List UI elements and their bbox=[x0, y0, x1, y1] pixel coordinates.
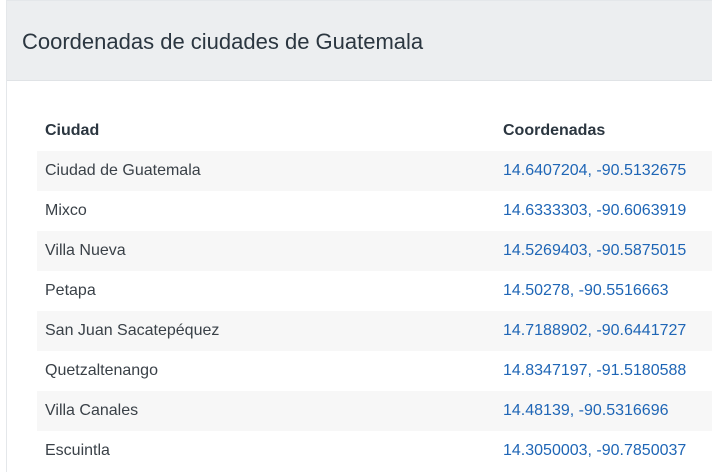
coords-cell: 14.6407204, -90.5132675 bbox=[495, 151, 712, 191]
table-row: Quetzaltenango 14.8347197, -91.5180588 bbox=[37, 351, 712, 391]
coords-cell: 14.50278, -90.5516663 bbox=[495, 271, 712, 311]
coords-link[interactable]: 14.6407204, -90.5132675 bbox=[503, 162, 686, 179]
city-cell: Mixco bbox=[45, 202, 87, 219]
table-row: Petapa 14.50278, -90.5516663 bbox=[37, 271, 712, 311]
coords-cell: 14.6333303, -90.6063919 bbox=[495, 191, 712, 231]
city-cell: Ciudad de Guatemala bbox=[45, 162, 201, 179]
table-row: Mixco 14.6333303, -90.6063919 bbox=[37, 191, 712, 231]
table-row: Villa Nueva 14.5269403, -90.5875015 bbox=[37, 231, 712, 271]
city-cell: Quetzaltenango bbox=[45, 362, 158, 379]
column-header-city: Ciudad bbox=[45, 122, 100, 139]
table-row: Escuintla 14.3050003, -90.7850037 bbox=[37, 431, 712, 471]
city-cell: Villa Canales bbox=[45, 402, 139, 419]
city-cell: San Juan Sacatepéquez bbox=[45, 322, 220, 339]
column-header-coords: Coordenadas bbox=[503, 122, 606, 139]
coords-cell: 14.48139, -90.5316696 bbox=[495, 391, 712, 431]
table-row: San Juan Sacatepéquez 14.7188902, -90.64… bbox=[37, 311, 712, 351]
card-header: Coordenadas de ciudades de Guatemala bbox=[7, 1, 712, 81]
coords-link[interactable]: 14.3050003, -90.7850037 bbox=[503, 442, 686, 459]
coords-cell: 14.8347197, -91.5180588 bbox=[495, 351, 712, 391]
coords-cell: 14.3050003, -90.7850037 bbox=[495, 431, 712, 471]
coords-link[interactable]: 14.5269403, -90.5875015 bbox=[503, 242, 686, 259]
coords-cell: 14.5269403, -90.5875015 bbox=[495, 231, 712, 271]
table-header-row: Ciudad Coordenadas bbox=[37, 111, 712, 151]
table-row: Ciudad de Guatemala 14.6407204, -90.5132… bbox=[37, 151, 712, 191]
page-title: Coordenadas de ciudades de Guatemala bbox=[22, 28, 424, 54]
coords-cell: 14.7188902, -90.6441727 bbox=[495, 311, 712, 351]
city-cell: Escuintla bbox=[45, 442, 110, 459]
coords-link[interactable]: 14.7188902, -90.6441727 bbox=[503, 322, 686, 339]
coords-link[interactable]: 14.8347197, -91.5180588 bbox=[503, 362, 686, 379]
table-row: Villa Canales 14.48139, -90.5316696 bbox=[37, 391, 712, 431]
coords-link[interactable]: 14.48139, -90.5316696 bbox=[503, 402, 668, 419]
city-cell: Petapa bbox=[45, 282, 96, 299]
city-cell: Villa Nueva bbox=[45, 242, 126, 259]
coordinates-table: Ciudad Coordenadas Ciudad de Guatemala 1… bbox=[37, 111, 712, 471]
coordinates-card: Coordenadas de ciudades de Guatemala Ciu… bbox=[6, 0, 712, 472]
coords-link[interactable]: 14.6333303, -90.6063919 bbox=[503, 202, 686, 219]
coords-link[interactable]: 14.50278, -90.5516663 bbox=[503, 282, 668, 299]
